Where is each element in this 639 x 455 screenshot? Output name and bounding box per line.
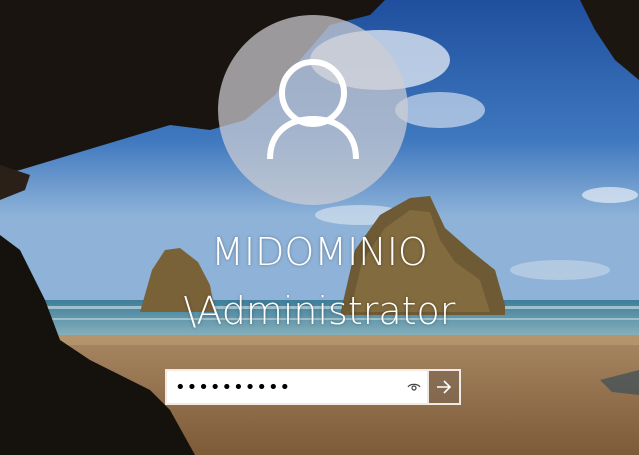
username-account: \Administrator <box>183 289 456 333</box>
username-domain: MIDOMINIO <box>211 230 428 274</box>
user-icon <box>267 59 359 160</box>
password-box <box>165 369 461 405</box>
password-field[interactable] <box>167 371 401 403</box>
user-avatar <box>218 15 408 205</box>
reveal-password-button[interactable] <box>401 371 427 403</box>
submit-button[interactable] <box>427 371 459 403</box>
eye-icon <box>407 383 421 391</box>
arrow-right-icon <box>437 380 452 394</box>
